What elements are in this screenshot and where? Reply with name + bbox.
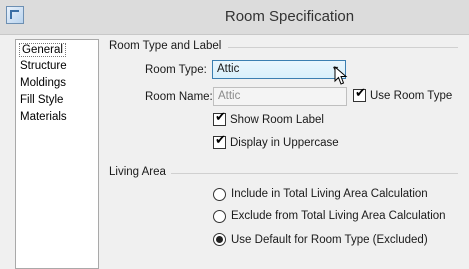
room-type-label: Room Type: xyxy=(145,64,207,76)
show-room-label-checkbox[interactable]: ✔ xyxy=(213,110,226,126)
sidebar-item-fill-style[interactable]: Fill Style xyxy=(20,94,63,106)
include-living-area-label[interactable]: Include in Total Living Area Calculation xyxy=(231,188,428,200)
use-room-type-checkbox[interactable]: ✔ xyxy=(353,86,366,102)
room-name-placeholder: Attic xyxy=(218,90,241,102)
room-type-value: Attic xyxy=(217,63,240,75)
checkmark-icon: ✔ xyxy=(215,110,226,125)
display-uppercase-checkbox[interactable]: ✔ xyxy=(213,133,226,149)
room-type-group-title: Room Type and Label xyxy=(109,40,222,52)
checkmark-icon: ✔ xyxy=(355,86,366,101)
title-bar: Room Specification xyxy=(0,0,469,35)
checkmark-icon: ✔ xyxy=(215,133,226,148)
display-uppercase-text[interactable]: Display in Uppercase xyxy=(230,137,339,149)
room-type-select[interactable]: Attic ▼ xyxy=(212,60,346,79)
include-living-area-radio[interactable] xyxy=(213,188,226,201)
exclude-living-area-radio[interactable] xyxy=(213,210,226,223)
group-divider xyxy=(171,173,458,174)
use-room-type-label[interactable]: Use Room Type xyxy=(370,90,452,102)
group-divider xyxy=(228,47,458,48)
window-title: Room Specification xyxy=(224,8,355,25)
default-room-type-label[interactable]: Use Default for Room Type (Excluded) xyxy=(231,234,428,246)
room-name-field[interactable]: Attic xyxy=(213,87,347,106)
radio-selected-dot xyxy=(216,236,223,243)
category-list: General Structure Moldings Fill Style Ma… xyxy=(15,39,99,269)
room-name-label: Room Name: xyxy=(145,91,213,103)
show-room-label-text[interactable]: Show Room Label xyxy=(230,114,324,126)
sidebar-item-materials[interactable]: Materials xyxy=(20,111,67,123)
exclude-living-area-label[interactable]: Exclude from Total Living Area Calculati… xyxy=(231,210,446,222)
living-area-group-title: Living Area xyxy=(109,166,166,178)
sidebar-item-moldings[interactable]: Moldings xyxy=(20,77,66,89)
default-room-type-radio[interactable] xyxy=(213,233,226,246)
sidebar-item-structure[interactable]: Structure xyxy=(20,60,67,72)
sidebar-item-general[interactable]: General xyxy=(19,43,66,57)
